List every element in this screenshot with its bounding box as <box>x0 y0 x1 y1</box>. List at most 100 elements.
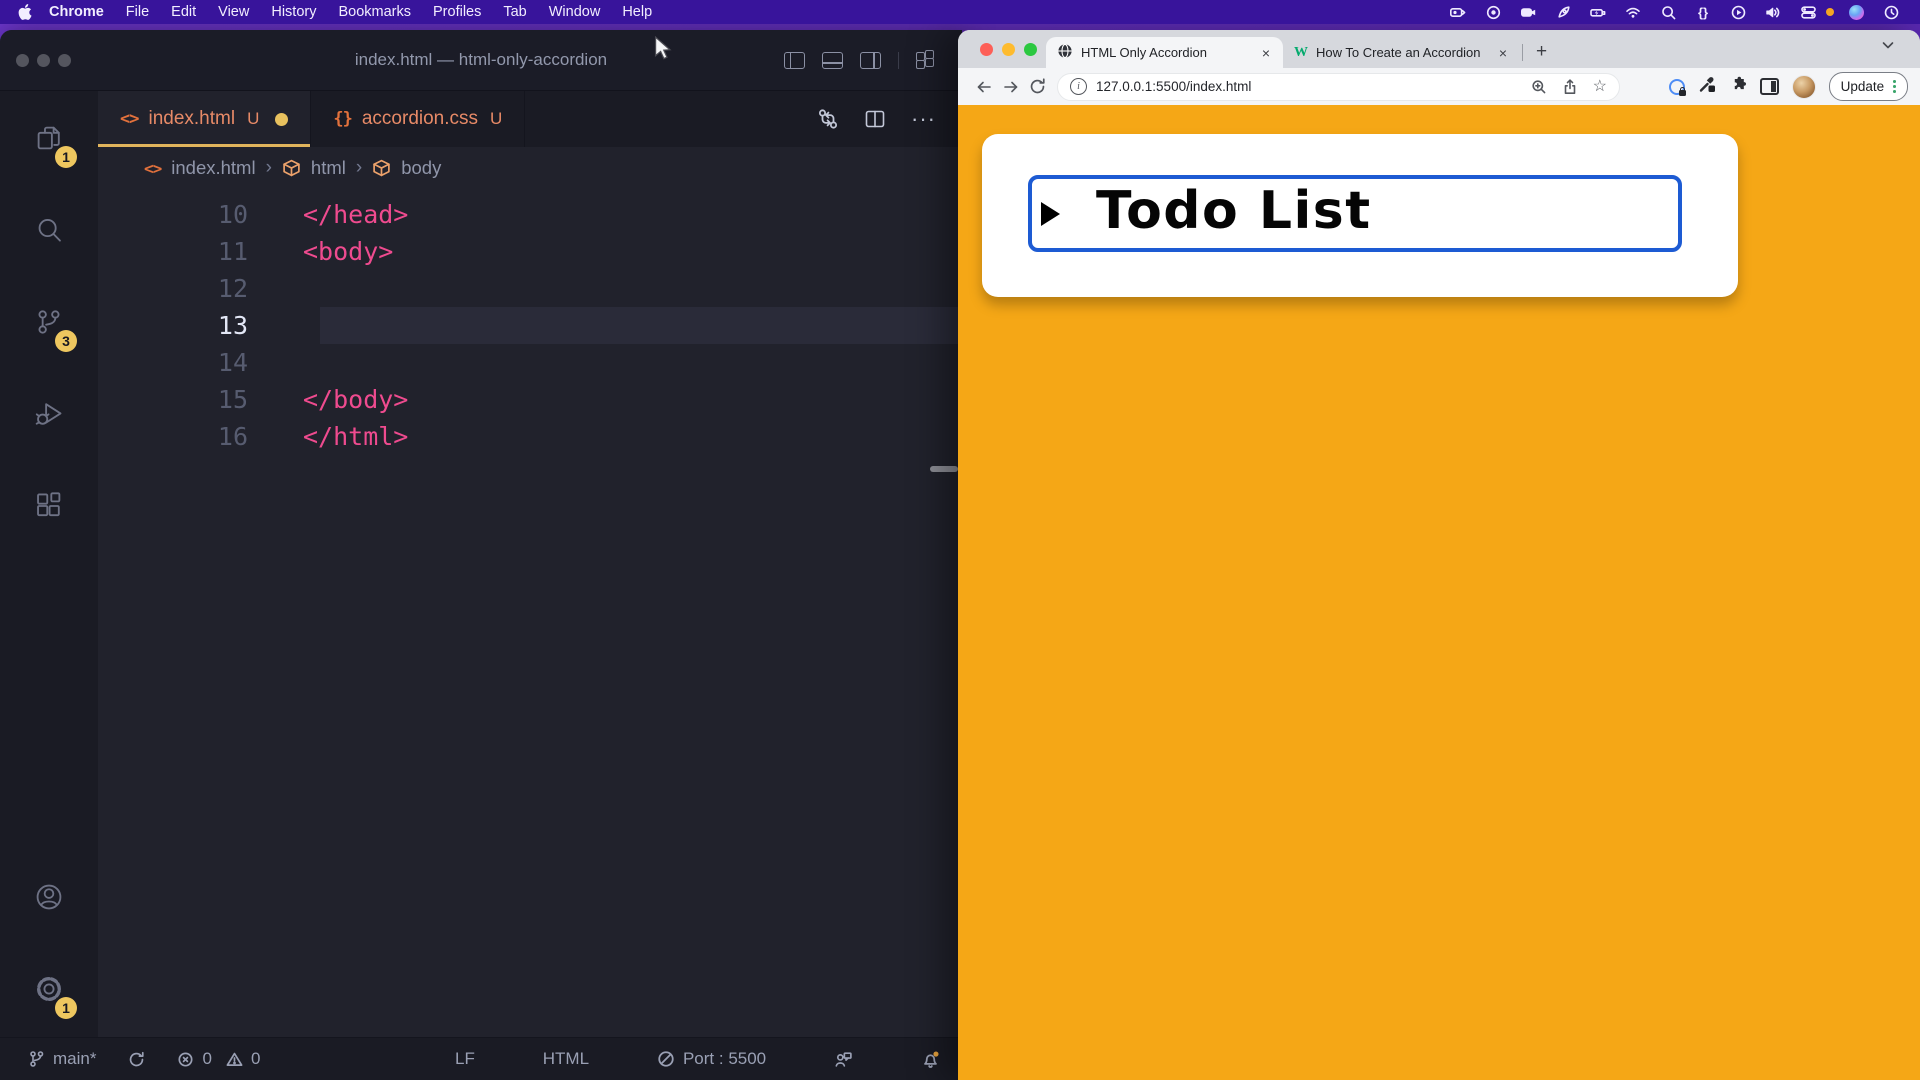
symbol-cube-icon <box>282 159 301 178</box>
record-icon[interactable] <box>1480 0 1506 24</box>
editor-sash-handle[interactable] <box>930 466 958 472</box>
eyedropper-extension-icon[interactable] <box>1698 75 1717 99</box>
menu-tab[interactable]: Tab <box>492 0 537 24</box>
sidebar-item-source-control[interactable]: 3 <box>0 273 98 371</box>
menu-history[interactable]: History <box>260 0 327 24</box>
address-bar[interactable]: i 127.0.0.1:5500/index.html ☆ <box>1057 73 1620 101</box>
menu-profiles[interactable]: Profiles <box>422 0 492 24</box>
sync-changes-item[interactable] <box>128 1051 145 1068</box>
update-chrome-button[interactable]: Update <box>1829 72 1908 101</box>
code-line: 16</html> <box>98 418 962 455</box>
share-icon[interactable] <box>1562 79 1578 95</box>
zoom-window-button[interactable] <box>1024 43 1037 56</box>
explorer-badge: 1 <box>55 146 77 168</box>
git-status-untracked: U <box>247 109 259 129</box>
language-mode-item[interactable]: HTML <box>543 1049 589 1069</box>
sidebar-item-search[interactable] <box>0 181 98 279</box>
line-text: </head> <box>303 200 408 229</box>
accordion-title: Todo List <box>1096 181 1372 241</box>
profile-avatar[interactable] <box>1792 75 1816 99</box>
menu-chrome[interactable]: Chrome <box>38 0 115 24</box>
siri-icon[interactable] <box>1843 0 1869 24</box>
menu-help[interactable]: Help <box>611 0 663 24</box>
minimize-window-button[interactable] <box>1002 43 1015 56</box>
vscode-title-bar[interactable]: index.html — html-only-accordion <box>0 30 962 91</box>
more-actions-icon[interactable]: ··· <box>911 114 936 124</box>
sidebar-item-accounts[interactable] <box>0 848 98 946</box>
window-title: index.html — html-only-accordion <box>355 50 607 70</box>
breadcrumb-node-body[interactable]: body <box>401 157 441 179</box>
braces-icon[interactable]: {} <box>1690 0 1716 24</box>
zoom-window-button[interactable] <box>58 54 71 67</box>
update-label: Update <box>1841 79 1885 94</box>
line-number: 11 <box>98 237 248 266</box>
reload-icon[interactable] <box>1024 78 1051 95</box>
modified-dot-icon[interactable] <box>275 113 288 126</box>
code-line: 15</body> <box>98 381 962 418</box>
url-text[interactable]: 127.0.0.1:5500/index.html <box>1096 79 1251 94</box>
code-editor[interactable]: 10</head> 11<body> 12 13 14 15</body> 16… <box>98 189 962 1038</box>
menu-window[interactable]: Window <box>538 0 612 24</box>
spotlight-search-icon[interactable] <box>1655 0 1681 24</box>
battery-icon[interactable] <box>1585 0 1611 24</box>
clock-icon[interactable] <box>1878 0 1904 24</box>
close-tab-icon[interactable]: × <box>1497 45 1509 61</box>
sidebar-item-explorer[interactable]: 1 <box>0 89 98 187</box>
rocket-icon[interactable] <box>1550 0 1576 24</box>
extensions-puzzle-icon[interactable] <box>1730 76 1747 98</box>
feedback-icon[interactable] <box>834 1050 853 1068</box>
breadcrumb-node-html[interactable]: html <box>311 157 346 179</box>
tab-accordion-css[interactable]: {} accordion.css U <box>311 91 525 147</box>
tab-search-chevron-icon[interactable] <box>1882 41 1894 50</box>
bookmark-star-icon[interactable]: ☆ <box>1593 80 1607 94</box>
screen-record-icon[interactable] <box>1445 0 1471 24</box>
toggle-primary-sidebar-icon[interactable] <box>784 52 805 69</box>
menu-bookmarks[interactable]: Bookmarks <box>327 0 422 24</box>
site-info-icon[interactable]: i <box>1070 78 1087 95</box>
menu-view[interactable]: View <box>207 0 260 24</box>
notifications-bell-icon[interactable] <box>921 1050 940 1069</box>
apple-icon[interactable] <box>18 4 32 20</box>
editor-tab-bar: <> index.html U {} accordion.css U <box>98 91 962 147</box>
wifi-icon[interactable] <box>1620 0 1646 24</box>
sidebar-item-settings[interactable]: 1 <box>0 940 98 1038</box>
breadcrumb-separator: › <box>356 157 362 179</box>
toggle-secondary-sidebar-icon[interactable] <box>860 52 881 69</box>
new-tab-button[interactable]: + <box>1530 41 1553 63</box>
tab-how-to-create-accordion[interactable]: W How To Create an Accordion × <box>1283 37 1520 68</box>
line-text: <body> <box>303 237 393 266</box>
git-branch-item[interactable]: main* <box>28 1049 96 1069</box>
close-window-button[interactable] <box>980 43 993 56</box>
minimize-window-button[interactable] <box>37 54 50 67</box>
menu-file[interactable]: File <box>115 0 160 24</box>
privacy-extension-icon[interactable] <box>1669 79 1685 95</box>
toggle-panel-icon[interactable] <box>822 52 843 69</box>
close-window-button[interactable] <box>16 54 29 67</box>
eol-item[interactable]: LF <box>455 1049 475 1069</box>
sidebar-item-extensions[interactable] <box>0 457 98 555</box>
live-server-port-item[interactable]: Port : 5500 <box>657 1049 766 1069</box>
editor-group: <> index.html U {} accordion.css U <box>98 91 962 1038</box>
chrome-menu-dots-icon[interactable] <box>1893 80 1896 93</box>
split-editor-icon[interactable] <box>865 110 885 128</box>
customize-layout-icon[interactable] <box>916 51 934 69</box>
camera-icon[interactable] <box>1515 0 1541 24</box>
code-line: 10</head> <box>98 196 962 233</box>
open-changes-icon[interactable] <box>817 108 839 130</box>
control-center-icon[interactable] <box>1795 0 1821 24</box>
error-count: 0 <box>202 1049 211 1069</box>
tab-index-html[interactable]: <> index.html U <box>98 91 311 147</box>
forward-icon[interactable] <box>997 79 1024 95</box>
zoom-icon[interactable] <box>1531 79 1547 95</box>
menu-edit[interactable]: Edit <box>160 0 207 24</box>
back-icon[interactable] <box>970 79 997 95</box>
tab-html-only-accordion[interactable]: HTML Only Accordion × <box>1046 37 1283 68</box>
volume-icon[interactable] <box>1760 0 1786 24</box>
accordion-summary[interactable]: Todo List <box>1028 175 1682 252</box>
sidebar-item-run-debug[interactable] <box>0 365 98 463</box>
close-tab-icon[interactable]: × <box>1260 45 1272 61</box>
problems-item[interactable]: 0 0 <box>177 1049 260 1069</box>
breadcrumb-file[interactable]: index.html <box>171 157 255 179</box>
side-panel-icon[interactable] <box>1760 78 1779 95</box>
play-icon[interactable] <box>1725 0 1751 24</box>
